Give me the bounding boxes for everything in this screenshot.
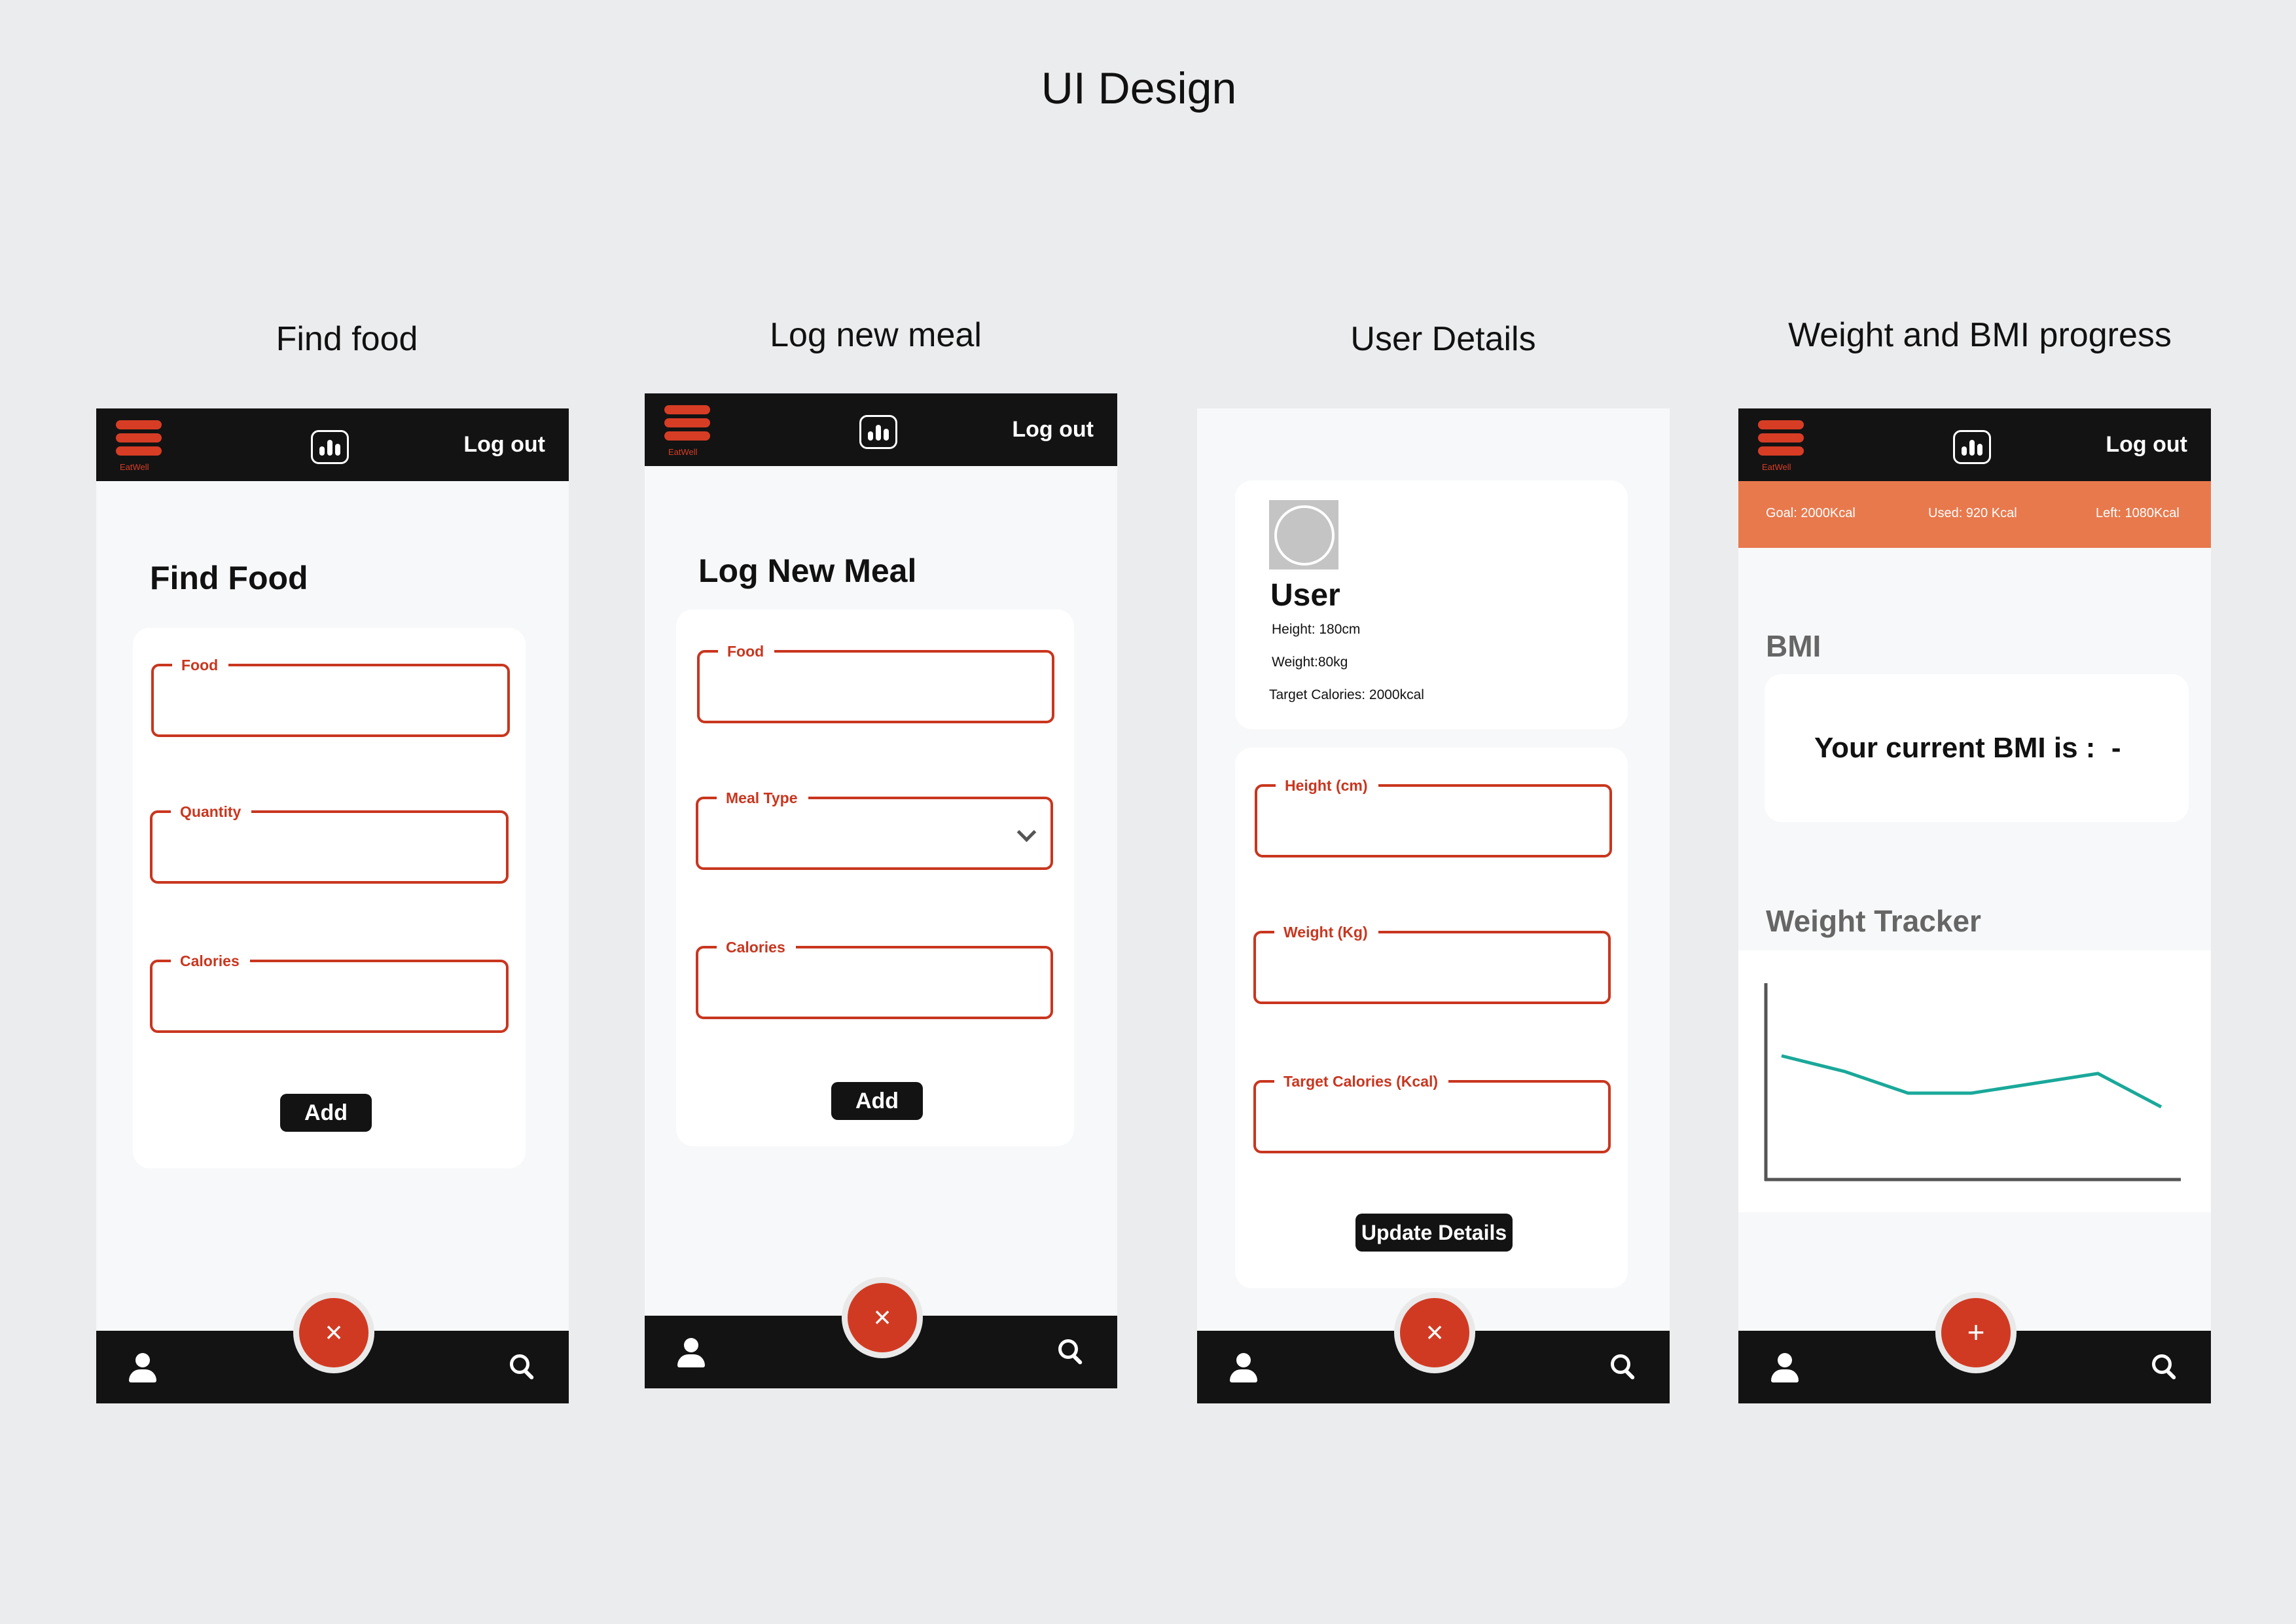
close-fab-button[interactable]: × bbox=[293, 1292, 374, 1373]
field-label: Calories bbox=[717, 938, 796, 956]
add-button[interactable]: Add bbox=[831, 1082, 923, 1120]
chevron-down-icon[interactable] bbox=[1016, 822, 1037, 842]
height-field[interactable]: Height (cm) bbox=[1255, 776, 1612, 857]
field-label: Meal Type bbox=[717, 789, 808, 807]
close-fab-button[interactable]: × bbox=[1394, 1292, 1475, 1373]
weight-tracker-heading: Weight Tracker bbox=[1766, 904, 1981, 938]
add-fab-button[interactable]: + bbox=[1935, 1292, 2017, 1373]
field-label: Height (cm) bbox=[1276, 776, 1378, 795]
used-calories: Used: 920 Kcal bbox=[1928, 506, 2017, 520]
left-calories: Left: 1080Kcal bbox=[2096, 506, 2179, 520]
caption-weight-bmi: Weight and BMI progress bbox=[1788, 316, 2172, 354]
weight-chart bbox=[1764, 983, 2181, 1182]
bar-chart-icon[interactable] bbox=[311, 430, 349, 464]
logo-text: EatWell bbox=[668, 447, 698, 457]
phone-log-meal: EatWell Log out Log New Meal Food Meal T… bbox=[645, 393, 1117, 1388]
bmi-heading: BMI bbox=[1766, 629, 1821, 663]
top-bar: EatWell Log out bbox=[645, 393, 1117, 466]
field-label: Food bbox=[718, 642, 775, 660]
form-card: Food Quantity Calories Add bbox=[133, 628, 526, 1168]
profile-card: User Height: 180cm Weight:80kg Target Ca… bbox=[1235, 480, 1628, 729]
user-icon[interactable] bbox=[676, 1338, 706, 1368]
weight-series-line bbox=[1781, 1054, 2162, 1109]
weight-field[interactable]: Weight (Kg) bbox=[1253, 923, 1611, 1004]
caption-log-meal: Log new meal bbox=[770, 316, 982, 354]
top-bar: EatWell Log out bbox=[96, 408, 569, 481]
goal-calories: Goal: 2000Kcal bbox=[1766, 506, 1856, 520]
logout-button[interactable]: Log out bbox=[2106, 432, 2187, 458]
user-icon[interactable] bbox=[1229, 1353, 1259, 1383]
user-icon[interactable] bbox=[128, 1353, 158, 1383]
quantity-field[interactable]: Quantity bbox=[150, 803, 509, 884]
calorie-summary-bar: Goal: 2000Kcal Used: 920 Kcal Left: 1080… bbox=[1738, 481, 2211, 548]
logo-text: EatWell bbox=[1762, 462, 1791, 472]
bmi-value-text: Your current BMI is : - bbox=[1814, 732, 2121, 764]
bmi-card: Your current BMI is : - bbox=[1765, 674, 2189, 822]
logout-button[interactable]: Log out bbox=[463, 432, 545, 458]
user-target-calories: Target Calories: 2000kcal bbox=[1269, 687, 1424, 702]
form-card: Food Meal Type Calories Add bbox=[676, 609, 1074, 1146]
caption-user-details: User Details bbox=[1350, 320, 1536, 358]
food-field[interactable]: Food bbox=[697, 642, 1054, 723]
form-card: Height (cm) Weight (Kg) Target Calories … bbox=[1235, 748, 1628, 1288]
search-icon[interactable] bbox=[1611, 1354, 1637, 1380]
weight-chart-panel bbox=[1738, 950, 2211, 1212]
phone-weight-bmi: EatWell Log out Goal: 2000Kcal Used: 920… bbox=[1738, 408, 2211, 1403]
bar-chart-icon[interactable] bbox=[859, 415, 897, 449]
target-calories-field[interactable]: Target Calories (Kcal) bbox=[1253, 1072, 1611, 1153]
search-icon[interactable] bbox=[1058, 1339, 1085, 1365]
search-icon[interactable] bbox=[2152, 1354, 2178, 1380]
calories-field[interactable]: Calories bbox=[150, 952, 509, 1033]
user-name: User bbox=[1270, 578, 1340, 613]
page-title: UI Design bbox=[1041, 63, 1237, 113]
field-label: Weight (Kg) bbox=[1274, 923, 1378, 941]
add-button[interactable]: Add bbox=[280, 1094, 372, 1132]
food-field[interactable]: Food bbox=[151, 656, 510, 737]
phone-user-details: User Height: 180cm Weight:80kg Target Ca… bbox=[1197, 408, 1670, 1403]
logout-button[interactable]: Log out bbox=[1012, 417, 1094, 442]
top-bar: EatWell Log out bbox=[1738, 408, 2211, 481]
eatwell-logo[interactable]: EatWell bbox=[664, 404, 710, 458]
search-icon[interactable] bbox=[510, 1354, 536, 1380]
caption-find-food: Find food bbox=[276, 320, 418, 358]
user-weight: Weight:80kg bbox=[1272, 655, 1348, 670]
field-label: Calories bbox=[171, 952, 250, 970]
user-height: Height: 180cm bbox=[1272, 622, 1361, 637]
field-label: Food bbox=[172, 656, 229, 674]
field-label: Target Calories (Kcal) bbox=[1274, 1072, 1449, 1091]
screen-heading: Find Food bbox=[150, 560, 308, 596]
close-fab-button[interactable]: × bbox=[842, 1277, 923, 1358]
update-details-button[interactable]: Update Details bbox=[1355, 1214, 1513, 1252]
avatar bbox=[1269, 500, 1338, 569]
phone-find-food: EatWell Log out Find Food Food Quantity … bbox=[96, 408, 569, 1403]
eatwell-logo[interactable]: EatWell bbox=[1758, 419, 1804, 473]
bar-chart-icon[interactable] bbox=[1953, 430, 1991, 464]
calories-field[interactable]: Calories bbox=[696, 938, 1053, 1019]
logo-text: EatWell bbox=[120, 462, 149, 472]
screen-heading: Log New Meal bbox=[698, 552, 917, 589]
user-icon[interactable] bbox=[1770, 1353, 1800, 1383]
meal-type-select[interactable]: Meal Type bbox=[696, 789, 1053, 870]
eatwell-logo[interactable]: EatWell bbox=[116, 419, 162, 473]
field-label: Quantity bbox=[171, 803, 252, 821]
